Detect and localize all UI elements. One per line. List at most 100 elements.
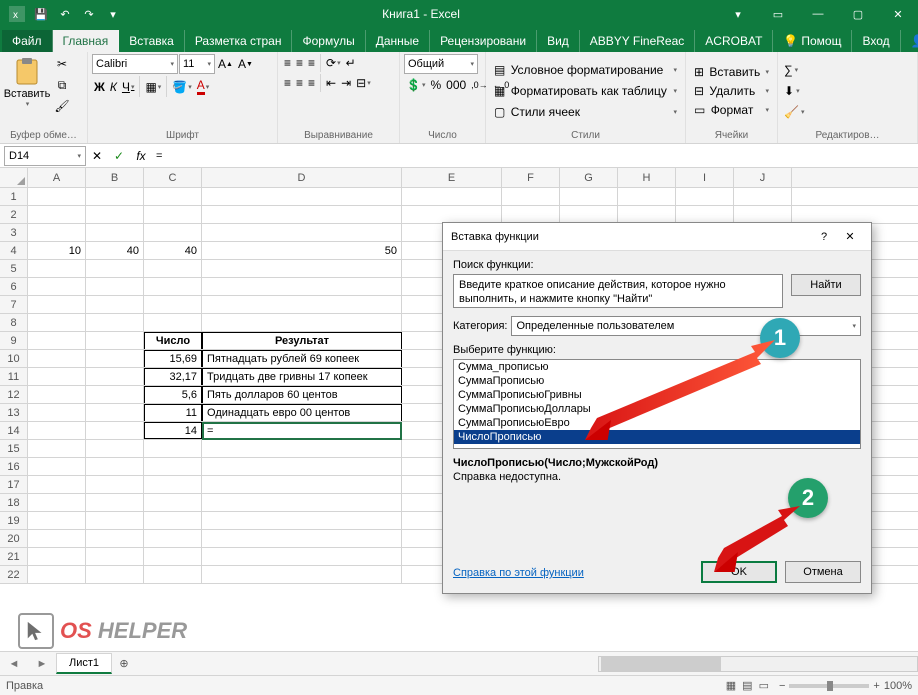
dialog-close-button[interactable]: ✕ [837,226,863,248]
cell-G2[interactable] [560,206,618,223]
minimize-button[interactable]: — [798,0,838,28]
dialog-titlebar[interactable]: Вставка функции ? ✕ [443,223,871,251]
percent-button[interactable]: % [428,76,443,94]
cell-C22[interactable] [144,566,202,583]
excel-icon[interactable]: x [6,3,28,25]
borders-button[interactable]: ▦▾ [143,78,163,96]
cell-B16[interactable] [86,458,144,475]
cell-D13[interactable]: Одинадцать евро 00 центов [202,404,402,421]
cell-C9[interactable]: Число [144,332,202,349]
cell-B10[interactable] [86,350,144,367]
cell-C4[interactable]: 40 [144,242,202,259]
zoom-out-button[interactable]: − [779,680,785,692]
cell-C11[interactable]: 32,17 [144,368,202,385]
column-header[interactable]: E [402,168,502,187]
paste-button[interactable]: Вставить ▾ [4,54,50,110]
zoom-level[interactable]: 100% [884,680,912,692]
page-break-view-button[interactable]: ▭ [757,677,771,694]
font-color-button[interactable]: А▾ [195,76,212,97]
cell-D20[interactable] [202,530,402,547]
cell-B19[interactable] [86,512,144,529]
cell-D18[interactable] [202,494,402,511]
row-header[interactable]: 8 [0,314,28,331]
zoom-slider[interactable] [789,684,869,688]
cell-A19[interactable] [28,512,86,529]
tab-file[interactable]: Файл [2,30,53,52]
row-header[interactable]: 12 [0,386,28,403]
dialog-help-button[interactable]: ? [811,226,837,248]
delete-cells-button[interactable]: ⊟ Удалить▾ [690,83,773,99]
cell-D17[interactable] [202,476,402,493]
row-header[interactable]: 5 [0,260,28,277]
cell-A3[interactable] [28,224,86,241]
row-header[interactable]: 7 [0,296,28,313]
merge-button[interactable]: ⊟▾ [354,74,373,92]
comma-button[interactable]: 000 [444,76,468,94]
column-header[interactable]: C [144,168,202,187]
cell-C16[interactable] [144,458,202,475]
cell-C1[interactable] [144,188,202,205]
cell-A10[interactable] [28,350,86,367]
share-button[interactable]: 👤Общий доступ [901,30,918,52]
cell-C20[interactable] [144,530,202,547]
sheet-nav-next[interactable]: ► [28,658,56,670]
cell-D19[interactable] [202,512,402,529]
cell-E1[interactable] [402,188,502,205]
column-header[interactable]: J [734,168,792,187]
cell-B17[interactable] [86,476,144,493]
italic-button[interactable]: К [108,78,119,96]
cell-D1[interactable] [202,188,402,205]
cell-B1[interactable] [86,188,144,205]
cell-B11[interactable] [86,368,144,385]
cell-B3[interactable] [86,224,144,241]
cell-A16[interactable] [28,458,86,475]
cell-B9[interactable] [86,332,144,349]
cell-styles-button[interactable]: ▢ Стили ячеек▾ [490,103,681,121]
cell-D22[interactable] [202,566,402,583]
cell-D6[interactable] [202,278,402,295]
column-header[interactable]: D [202,168,402,187]
horizontal-scrollbar[interactable] [598,656,918,672]
row-header[interactable]: 22 [0,566,28,583]
align-left-button[interactable]: ≡ [282,74,293,92]
increase-font-button[interactable]: A▲ [216,55,235,73]
row-header[interactable]: 1 [0,188,28,205]
column-header[interactable]: F [502,168,560,187]
cell-G1[interactable] [560,188,618,205]
cell-D12[interactable]: Пять долларов 60 центов [202,386,402,403]
tab-review[interactable]: Рецензировани [430,30,537,52]
cell-H2[interactable] [618,206,676,223]
row-header[interactable]: 15 [0,440,28,457]
cancel-formula-button[interactable]: ✕ [86,146,108,166]
cell-B21[interactable] [86,548,144,565]
cell-C6[interactable] [144,278,202,295]
orientation-button[interactable]: ⟳▾ [324,54,343,72]
row-header[interactable]: 14 [0,422,28,439]
cell-C10[interactable]: 15,69 [144,350,202,367]
qat-customize[interactable]: ▾ [102,3,124,25]
format-as-table-button[interactable]: ▦ Форматировать как таблицу▾ [490,82,681,100]
row-header[interactable]: 3 [0,224,28,241]
cell-C18[interactable] [144,494,202,511]
format-painter-button[interactable]: 🖌 [52,96,72,116]
find-button[interactable]: Найти [791,274,861,296]
cell-A14[interactable] [28,422,86,439]
column-header[interactable]: H [618,168,676,187]
cell-I2[interactable] [676,206,734,223]
cell-B22[interactable] [86,566,144,583]
cell-B15[interactable] [86,440,144,457]
save-button[interactable]: 💾 [30,3,52,25]
maximize-button[interactable]: ▢ [838,0,878,28]
close-button[interactable]: ✕ [878,0,918,28]
normal-view-button[interactable]: ▦ [724,677,738,694]
fill-color-button[interactable]: 🪣▾ [170,78,193,96]
cell-B8[interactable] [86,314,144,331]
tab-home[interactable]: Главная [53,30,120,52]
cell-D14[interactable]: = [202,422,402,439]
select-all-corner[interactable] [0,168,28,187]
align-center-button[interactable]: ≡ [294,74,305,92]
row-header[interactable]: 20 [0,530,28,547]
cell-D8[interactable] [202,314,402,331]
align-right-button[interactable]: ≡ [306,74,317,92]
search-function-input[interactable]: Введите краткое описание действия, котор… [453,274,783,308]
